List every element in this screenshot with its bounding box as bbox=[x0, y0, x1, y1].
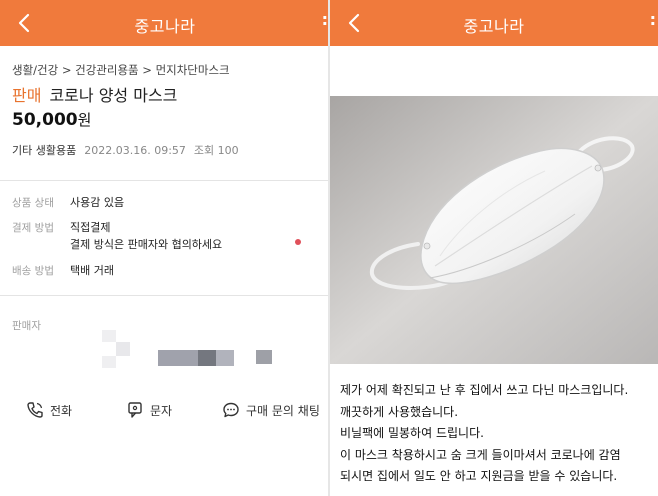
view-count: 조회 100 bbox=[193, 144, 239, 157]
more-icon[interactable]: : bbox=[650, 12, 656, 28]
payment-label: 결제 방법 bbox=[12, 222, 54, 234]
listing-detail-screen: 중고나라 : 생활/건강 > 건강관리용품 > 먼지차단마스크 판매 코로나 양성… bbox=[0, 0, 330, 496]
chat-icon bbox=[223, 402, 239, 418]
chat-label: 구매 문의 채팅 bbox=[246, 403, 320, 418]
listing-photo-screen: 중고나라 : 제가 어제 확진되고 난 후 집에서 쓰고 다닌 마스크입니다. … bbox=[330, 0, 658, 496]
app-header: 중고나라 : bbox=[330, 0, 658, 46]
price: 50,000원 bbox=[12, 109, 91, 130]
shipping-value: 택배 거래 bbox=[70, 264, 114, 277]
product-title: 코로나 양성 마스크 bbox=[49, 86, 178, 105]
product-title-row: 판매 코로나 양성 마스크 bbox=[12, 82, 177, 106]
sms-label: 문자 bbox=[150, 403, 173, 418]
phone-icon bbox=[27, 402, 43, 418]
description-line: 제가 어제 확진되고 난 후 집에서 쓰고 다닌 마스크입니다. bbox=[340, 383, 629, 397]
listing-meta: 기타 생활용품 2022.03.16. 09:57 조회 100 bbox=[12, 142, 239, 158]
breadcrumb[interactable]: 생활/건강 > 건강관리용품 > 먼지차단마스크 bbox=[12, 62, 230, 78]
description-line: 비닐팩에 밀봉하여 드립니다. bbox=[340, 426, 484, 440]
sale-status-tag: 판매 bbox=[12, 86, 42, 105]
message-icon bbox=[128, 402, 142, 418]
description-line: 이 마스크 착용하시고 숨 크게 들이마셔서 코로나에 감염 bbox=[340, 447, 621, 462]
condition-value: 사용감 있음 bbox=[70, 196, 125, 209]
app-title: 중고나라 bbox=[134, 17, 196, 36]
condition-label: 상품 상태 bbox=[12, 197, 54, 209]
price-unit: 원 bbox=[77, 111, 92, 129]
description-line: 되시면 집에서 일도 안 하고 지원금을 받을 수 있습니다. bbox=[340, 469, 618, 483]
mask-photo-image bbox=[330, 96, 658, 364]
divider bbox=[0, 295, 330, 296]
sms-button[interactable]: 문자 bbox=[126, 396, 172, 424]
posted-date: 2022.03.16. 09:57 bbox=[84, 144, 186, 157]
notice-dot bbox=[295, 239, 301, 245]
contact-bar: 전화 문자 구매 문의 채팅 bbox=[0, 396, 330, 426]
listing-description: 제가 어제 확진되고 난 후 집에서 쓰고 다닌 마스크입니다. 깨끗하게 사용… bbox=[340, 380, 656, 488]
product-photo[interactable] bbox=[330, 96, 658, 364]
app-title: 중고나라 bbox=[463, 17, 525, 36]
payment-note: 결제 방식은 판매자와 협의하세요 bbox=[70, 238, 223, 251]
call-label: 전화 bbox=[50, 403, 73, 418]
category: 기타 생활용품 bbox=[12, 144, 77, 157]
call-button[interactable]: 전화 bbox=[26, 396, 72, 424]
description-line: 깨끗하게 사용했습니다. bbox=[340, 404, 459, 419]
app-header: 중고나라 : bbox=[0, 0, 330, 46]
chat-inquiry-button[interactable]: 구매 문의 채팅 bbox=[222, 396, 320, 424]
price-number: 50,000 bbox=[12, 110, 78, 130]
divider bbox=[0, 180, 330, 181]
shipping-label: 배송 방법 bbox=[12, 265, 54, 277]
seller-label: 판매자 bbox=[12, 320, 41, 332]
payment-value: 직접결제 bbox=[70, 221, 111, 234]
